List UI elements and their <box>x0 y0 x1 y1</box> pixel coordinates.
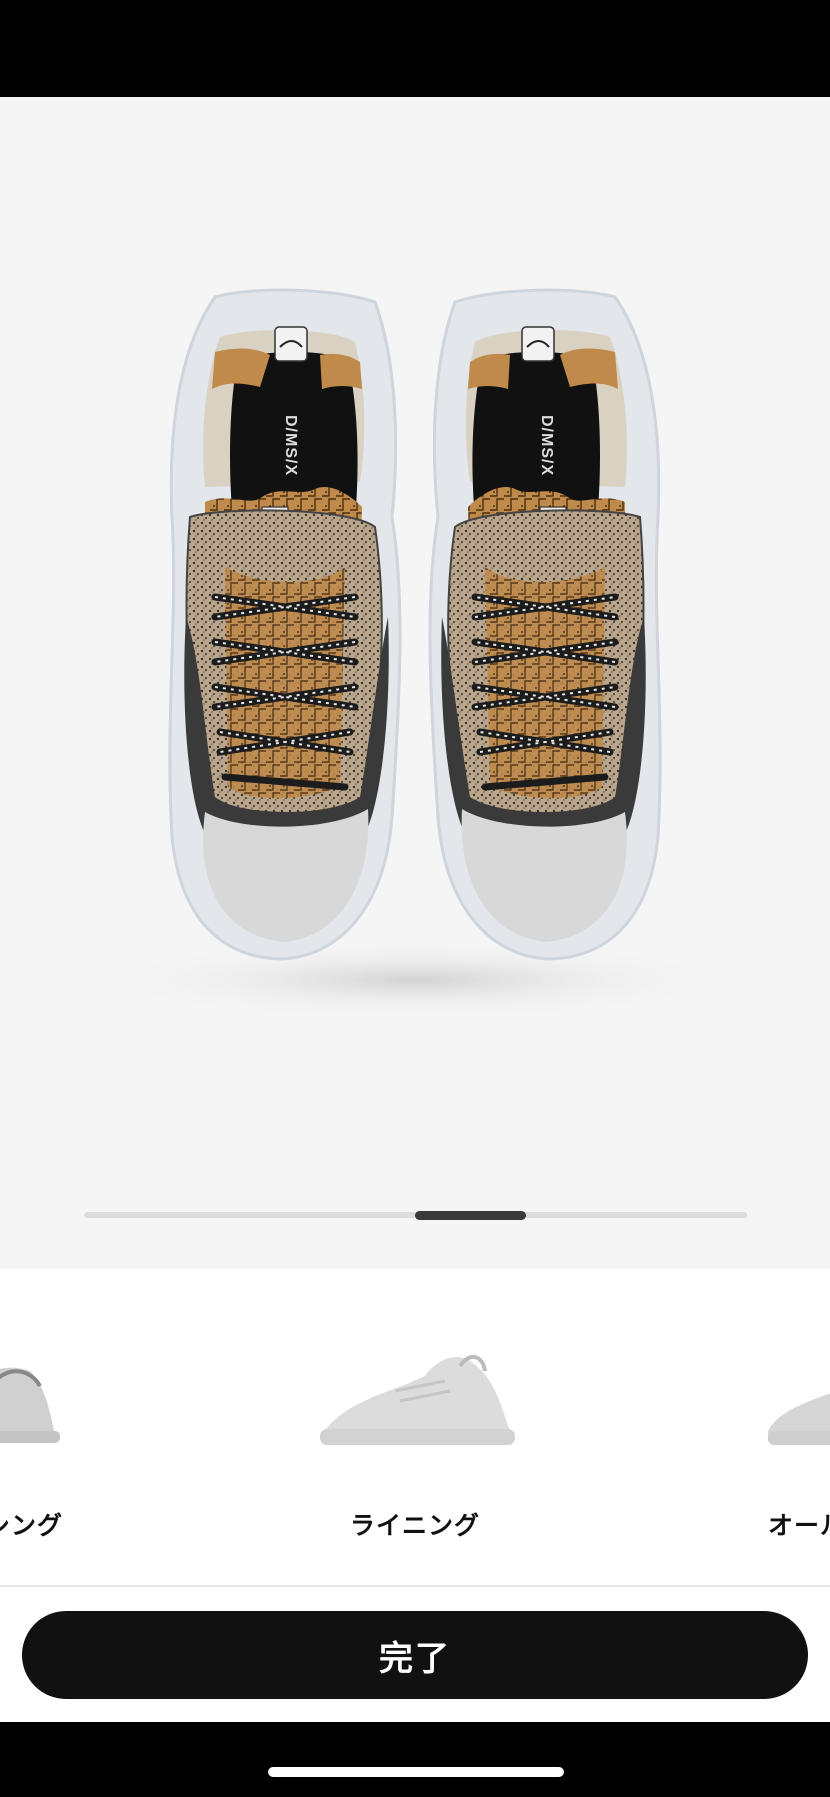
status-bar <box>0 0 830 97</box>
carousel-item-foxing[interactable]: フォクシング <box>0 1269 62 1586</box>
shoe-shadow <box>95 940 735 1020</box>
svg-text:D/MS/X: D/MS/X <box>538 415 555 476</box>
home-bar-area <box>0 1722 830 1797</box>
carousel-item-label: オール <box>768 1512 830 1540</box>
footer: 完了 <box>0 1587 830 1722</box>
product-preview[interactable]: D/MS/X D/MS/X <box>0 97 830 1269</box>
component-carousel[interactable]: フォクシング ライニング オール <box>0 1269 830 1586</box>
shoe-side-thumbnail <box>0 1367 60 1443</box>
left-shoe: D/MS/X <box>168 288 402 961</box>
right-shoe: D/MS/X <box>428 288 662 961</box>
carousel-item-label: ライニング <box>349 1512 480 1540</box>
carousel-scroll-thumb[interactable] <box>415 1211 526 1220</box>
done-button[interactable]: 完了 <box>22 1611 808 1699</box>
carousel-item-label: フォクシング <box>0 1512 63 1540</box>
carousel-item-lining[interactable]: ライニング <box>285 1269 545 1586</box>
shoe-pair-top-view: D/MS/X D/MS/X <box>95 288 735 1020</box>
shoe-side-thumbnail <box>320 1355 515 1445</box>
carousel-item-overlay[interactable]: オール <box>768 1269 830 1586</box>
svg-text:D/MS/X: D/MS/X <box>282 415 299 476</box>
shoe-side-thumbnail <box>768 1393 830 1445</box>
home-indicator[interactable] <box>268 1767 564 1777</box>
